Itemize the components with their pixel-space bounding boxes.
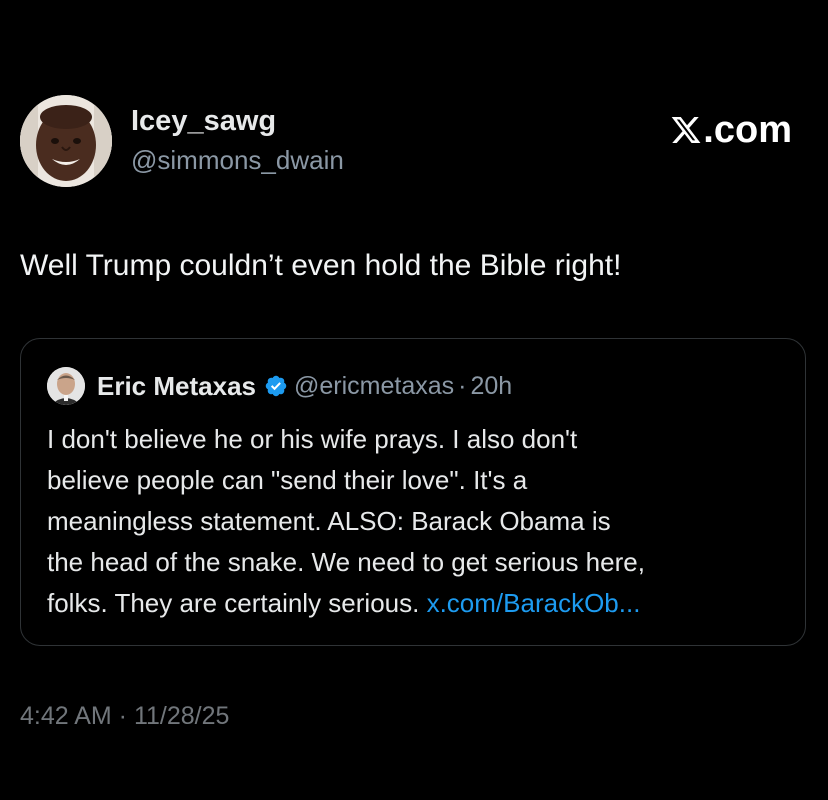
- quoted-text-line-last: folks. They are certainly serious. x.com…: [47, 583, 797, 624]
- author-handle[interactable]: @simmons_dwain: [131, 144, 344, 176]
- x-brand-logo: .com: [670, 108, 792, 152]
- x-logo-icon: [671, 117, 701, 143]
- quoted-author-name[interactable]: Eric Metaxas: [97, 370, 256, 402]
- quoted-author-avatar[interactable]: [47, 367, 85, 405]
- post-text: Well Trump couldn’t even hold the Bible …: [20, 249, 622, 282]
- author-display-name[interactable]: Icey_sawg: [131, 104, 276, 138]
- quoted-text-line: meaningless statement. ALSO: Barack Obam…: [47, 506, 611, 536]
- quoted-post-text: I don't believe he or his wife prays. I …: [47, 419, 797, 624]
- quoted-post-link[interactable]: x.com/BarackOb...: [427, 588, 641, 618]
- quoted-author-handle[interactable]: @ericmetaxas: [294, 370, 454, 402]
- quoted-text-line: the head of the snake. We need to get se…: [47, 547, 645, 577]
- verified-badge-icon: [265, 375, 287, 397]
- quoted-post-card[interactable]: Eric Metaxas @ericmetaxas · 20h I don't …: [20, 338, 806, 646]
- brand-text: .com: [703, 109, 792, 151]
- quoted-text-last-segment: folks. They are certainly serious.: [47, 588, 427, 618]
- quoted-text-line: believe people can "send their love". It…: [47, 465, 528, 495]
- quoted-post-time[interactable]: 20h: [470, 370, 512, 402]
- author-avatar[interactable]: [20, 95, 112, 187]
- post-timestamp[interactable]: 4:42 AM · 11/28/25: [20, 700, 229, 732]
- quoted-post-header: Eric Metaxas @ericmetaxas · 20h: [47, 367, 512, 405]
- meta-separator: ·: [458, 372, 467, 400]
- quoted-text-line: I don't believe he or his wife prays. I …: [47, 424, 578, 454]
